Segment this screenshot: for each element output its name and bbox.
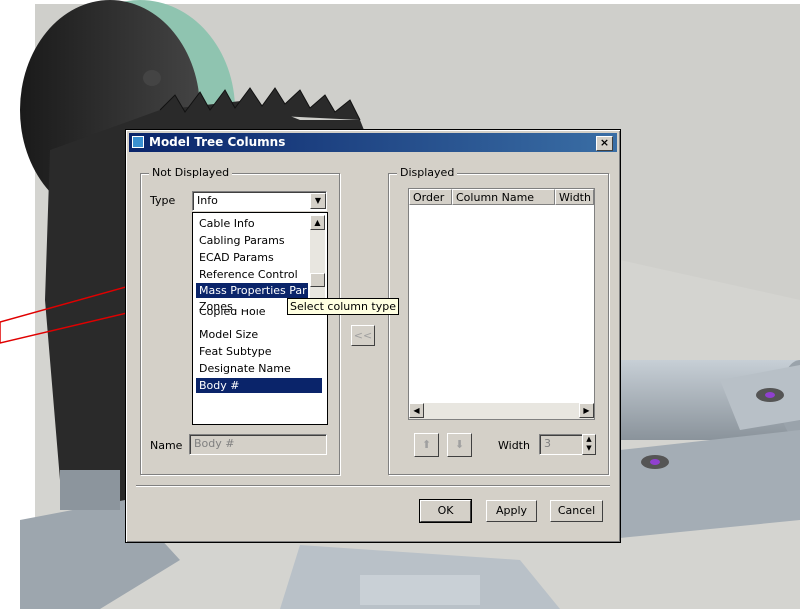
name-field[interactable]: Body #: [189, 434, 327, 455]
arrow-up-icon: ⬆: [421, 438, 432, 451]
list-item[interactable]: Model Size: [196, 327, 322, 342]
arrow-down-icon: ⬇: [454, 438, 465, 451]
remove-column-button[interactable]: <<: [351, 325, 375, 346]
width-field[interactable]: 3: [539, 434, 583, 455]
tooltip: Select column type: [287, 298, 399, 315]
type-label: Type: [150, 194, 176, 207]
list-item[interactable]: Cable Info: [196, 216, 308, 231]
scroll-thumb[interactable]: [310, 273, 325, 287]
spin-up-icon[interactable]: ▲: [586, 435, 591, 443]
list-item[interactable]: Designate Name: [196, 361, 322, 376]
column-header[interactable]: Width: [555, 189, 594, 205]
displayed-columns-table[interactable]: Order Column Name Width ◀ ▶: [408, 188, 595, 420]
list-item[interactable]: Mass Properties Par: [196, 283, 308, 298]
list-item[interactable]: ECAD Params: [196, 250, 308, 265]
type-dropdown[interactable]: Info: [192, 191, 327, 211]
width-value: 3: [544, 437, 551, 450]
dialog-title: Model Tree Columns: [149, 135, 286, 149]
column-header[interactable]: Column Name: [452, 189, 555, 205]
not-displayed-label: Not Displayed: [149, 166, 233, 179]
type-value: Info: [197, 194, 218, 207]
chevron-down-icon[interactable]: ▼: [310, 193, 326, 209]
cancel-button[interactable]: Cancel: [550, 500, 603, 522]
move-up-button[interactable]: ⬆: [414, 433, 439, 457]
list-scrollbar[interactable]: ▲: [310, 215, 325, 299]
scroll-right-icon[interactable]: ▶: [579, 403, 594, 418]
width-spinner[interactable]: ▲ ▼: [582, 434, 596, 455]
horizontal-scrollbar[interactable]: ◀ ▶: [409, 403, 594, 419]
width-label: Width: [498, 439, 530, 452]
apply-button[interactable]: Apply: [486, 500, 537, 522]
scroll-left-icon[interactable]: ◀: [409, 403, 424, 418]
dialog-titlebar: Model Tree Columns ×: [129, 133, 617, 152]
displayed-label: Displayed: [397, 166, 458, 179]
list-item[interactable]: Cabling Params: [196, 233, 308, 248]
type-options-list[interactable]: Cable Info Cabling Params ECAD Params Re…: [192, 212, 328, 425]
name-value: Body #: [194, 437, 235, 450]
list-item[interactable]: Body #: [196, 378, 322, 393]
app-icon: [132, 136, 144, 148]
list-item[interactable]: Feat Subtype: [196, 344, 322, 359]
spin-down-icon[interactable]: ▼: [586, 444, 591, 452]
scroll-up-icon[interactable]: ▲: [310, 215, 325, 230]
list-item[interactable]: Reference Control: [196, 267, 308, 282]
close-button[interactable]: ×: [596, 136, 613, 151]
separator: [136, 485, 610, 487]
move-down-button[interactable]: ⬇: [447, 433, 472, 457]
name-label: Name: [150, 439, 183, 452]
ok-button[interactable]: OK: [419, 499, 472, 523]
column-header[interactable]: Order: [409, 189, 452, 205]
model-tree-columns-dialog: Model Tree Columns × Not Displayed Type …: [125, 129, 621, 543]
